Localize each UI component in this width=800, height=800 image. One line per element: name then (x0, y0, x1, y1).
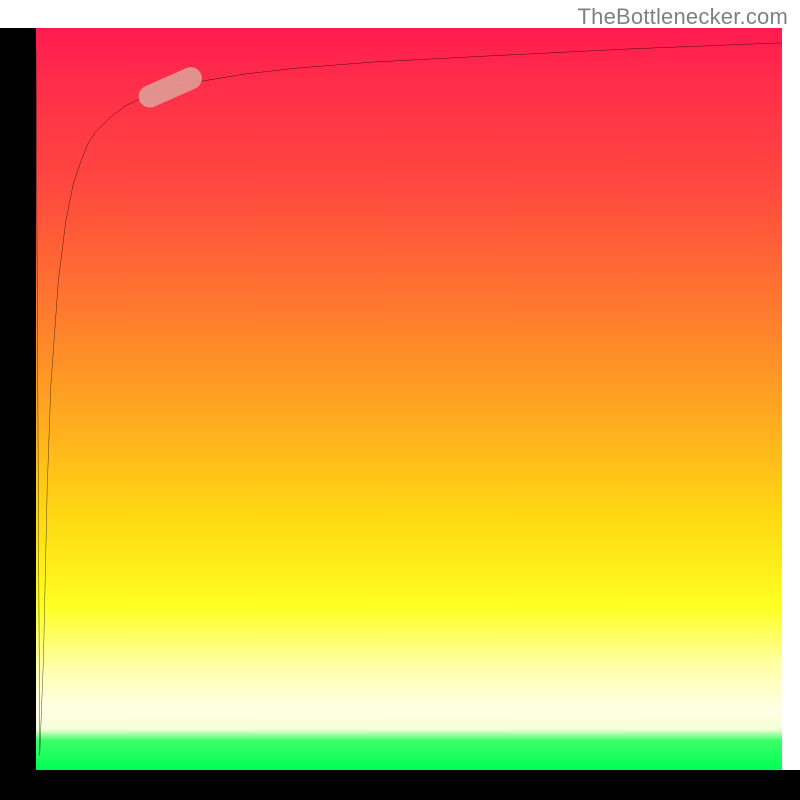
curve-svg (36, 28, 782, 770)
bottleneck-curve (36, 43, 782, 755)
plot-area (36, 28, 782, 770)
chart-container: TheBottlenecker.com (0, 0, 800, 800)
highlight-marker (135, 64, 205, 111)
watermark: TheBottlenecker.com (578, 4, 788, 30)
highlight-marker-rect (135, 64, 205, 111)
y-axis-bar (0, 28, 36, 770)
x-axis-bar (0, 770, 800, 800)
